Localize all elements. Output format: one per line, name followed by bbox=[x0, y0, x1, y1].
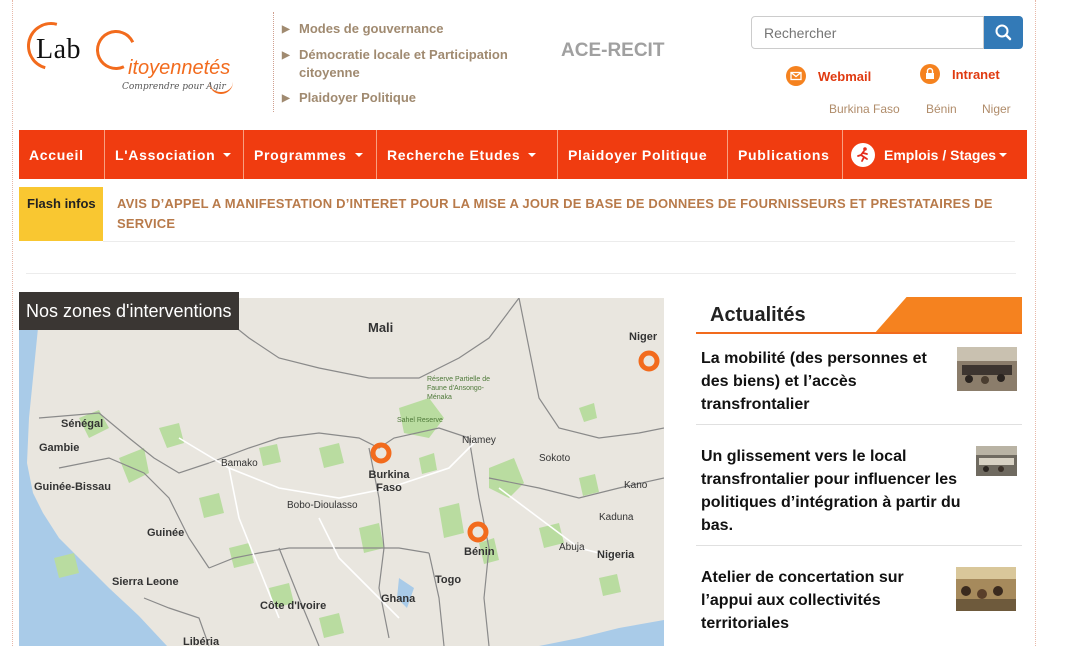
nav-recherche-etudes[interactable]: Recherche Etudes bbox=[377, 130, 558, 179]
interventions-map[interactable]: Mali Niger Sénégal Gambie Guinée-Bissau … bbox=[19, 298, 664, 646]
nav-label: Accueil bbox=[29, 146, 84, 163]
main-nav: Accueil L'Association Programmes Recherc… bbox=[19, 130, 1027, 179]
nav-plaidoyer-politique[interactable]: Plaidoyer Politique bbox=[558, 130, 728, 179]
search-icon bbox=[995, 24, 1012, 41]
map-label-guinee-bissau: Guinée-Bissau bbox=[34, 481, 112, 493]
map-label-reserve: Réserve Partielle de Faune d'Ansongo-Mén… bbox=[427, 376, 491, 401]
news-item[interactable]: Atelier de concertation sur l’appui aux … bbox=[696, 545, 1022, 646]
map-label-bamako: Bamako bbox=[221, 458, 258, 469]
map-label-cote-ivoire: Côte d'Ivoire bbox=[260, 600, 327, 612]
search-button[interactable] bbox=[984, 16, 1023, 49]
caret-down-icon bbox=[223, 152, 232, 157]
triangle-right-icon: ▶ bbox=[282, 50, 290, 61]
map-graphic bbox=[19, 298, 664, 646]
map-title: Nos zones d'interventions bbox=[19, 292, 239, 330]
map-label-kano: Kano bbox=[624, 480, 648, 491]
map-label-sokoto: Sokoto bbox=[539, 453, 571, 464]
map-label-burkina-faso: Burkina Faso bbox=[368, 469, 410, 494]
ace-recit-link[interactable]: ACE-RECIT bbox=[561, 40, 664, 62]
nav-label: Recherche Etudes bbox=[387, 146, 521, 163]
webmail-link[interactable]: Webmail bbox=[786, 66, 871, 86]
news-thumbnail[interactable] bbox=[957, 347, 1017, 391]
news-thumbnail[interactable] bbox=[956, 567, 1016, 611]
top-link-plaidoyer[interactable]: ▶ Plaidoyer Politique bbox=[282, 89, 532, 108]
map-label-senegal: Sénégal bbox=[61, 418, 104, 430]
top-link-gouvernance[interactable]: ▶ Modes de gouvernance bbox=[282, 20, 532, 39]
country-link-burkina[interactable]: Burkina Faso bbox=[829, 102, 900, 116]
top-link-label: Démocratie locale et Participation citoy… bbox=[299, 47, 508, 80]
triangle-right-icon: ▶ bbox=[282, 93, 290, 104]
map-label-ghana: Ghana bbox=[381, 593, 416, 605]
nav-emplois-stages[interactable]: Emplois / Stages bbox=[843, 130, 1027, 179]
flash-divider bbox=[103, 241, 1015, 242]
nav-label: Programmes bbox=[254, 146, 347, 163]
news-title: Actualités bbox=[710, 304, 806, 326]
triangle-right-icon: ▶ bbox=[282, 24, 290, 35]
map-label-niger: Niger bbox=[629, 331, 658, 343]
nav-programmes[interactable]: Programmes bbox=[244, 130, 377, 179]
flash-infos-label: Flash infos bbox=[19, 187, 103, 241]
map-label-guinee: Guinée bbox=[147, 527, 185, 539]
country-link-benin[interactable]: Bénin bbox=[926, 102, 957, 116]
nav-label: Publications bbox=[738, 146, 830, 163]
news-header: Actualités bbox=[696, 297, 1022, 334]
runner-icon bbox=[851, 142, 875, 167]
nav-label: Plaidoyer Politique bbox=[568, 146, 708, 163]
map-label-kaduna: Kaduna bbox=[599, 512, 634, 523]
map-label-mali: Mali bbox=[368, 320, 394, 335]
caret-down-icon bbox=[528, 152, 537, 157]
lock-icon bbox=[920, 64, 940, 84]
logo-lab-text: Lab bbox=[36, 34, 82, 65]
map-label-bobo-dioulasso: Bobo-Dioulasso bbox=[287, 500, 358, 511]
top-link-label: Plaidoyer Politique bbox=[299, 90, 417, 105]
news-item-title[interactable]: Un glissement vers le local transfrontal… bbox=[701, 445, 963, 537]
map-label-togo: Togo bbox=[435, 574, 462, 586]
top-links: ▶ Modes de gouvernance ▶ Démocratie loca… bbox=[282, 20, 532, 115]
country-link-niger[interactable]: Niger bbox=[982, 102, 1011, 116]
map-label-sahel-reserve: Sahel Reserve bbox=[397, 417, 443, 424]
webmail-label: Webmail bbox=[818, 68, 872, 84]
news-header-tab bbox=[874, 297, 1022, 334]
news-thumbnail[interactable] bbox=[976, 446, 1017, 476]
nav-label: Emplois / Stages bbox=[884, 146, 997, 163]
map-label-sierra-leone: Sierra Leone bbox=[112, 576, 179, 588]
site-logo[interactable]: Lab itoyennetés Comprendre pour Agir bbox=[18, 13, 239, 98]
mail-icon bbox=[786, 66, 806, 86]
nav-label: L'Association bbox=[115, 146, 216, 163]
top-link-label: Modes de gouvernance bbox=[299, 21, 444, 36]
news-item[interactable]: Un glissement vers le local transfrontal… bbox=[696, 424, 1022, 546]
top-link-democratie[interactable]: ▶ Démocratie locale et Participation cit… bbox=[282, 46, 532, 82]
caret-down-icon bbox=[354, 152, 363, 157]
map-label-gambie: Gambie bbox=[39, 442, 80, 454]
news-item[interactable]: La mobilité (des personnes et des biens)… bbox=[696, 343, 1022, 425]
caret-down-icon bbox=[999, 152, 1008, 157]
nav-association[interactable]: L'Association bbox=[105, 130, 244, 179]
logo-swoosh bbox=[209, 70, 233, 94]
search-input[interactable] bbox=[751, 16, 984, 49]
search-form bbox=[751, 16, 1023, 49]
nav-publications[interactable]: Publications bbox=[728, 130, 843, 179]
news-item-title[interactable]: Atelier de concertation sur l’appui aux … bbox=[701, 566, 951, 635]
map-label-benin: Bénin bbox=[464, 546, 495, 558]
intranet-link[interactable]: Intranet bbox=[920, 64, 1000, 84]
news-item-title[interactable]: La mobilité (des personnes et des biens)… bbox=[701, 347, 941, 416]
map-label-niamey: Niamey bbox=[462, 435, 496, 446]
map-label-abuja: Abuja bbox=[559, 542, 585, 553]
intranet-label: Intranet bbox=[952, 66, 1000, 82]
flash-infos-text[interactable]: AVIS D’APPEL A MANIFESTATION D’INTERET P… bbox=[117, 194, 1007, 234]
header-divider bbox=[273, 12, 274, 112]
section-divider bbox=[26, 273, 1016, 274]
map-label-liberia: Libéria bbox=[183, 636, 220, 646]
nav-accueil[interactable]: Accueil bbox=[19, 130, 105, 179]
news-header-bar bbox=[696, 332, 1022, 334]
map-label-nigeria: Nigeria bbox=[597, 549, 635, 561]
